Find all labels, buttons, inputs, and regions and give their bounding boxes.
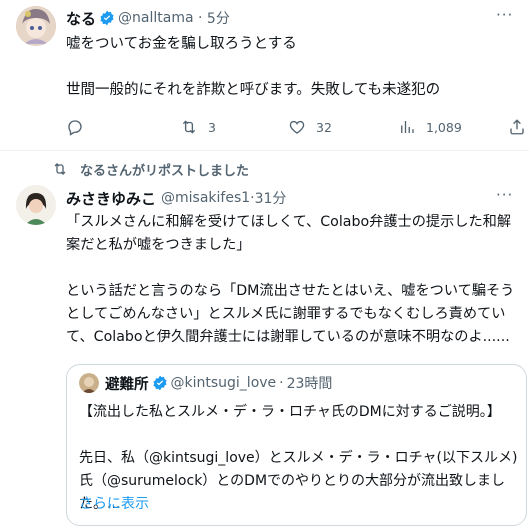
verified-badge-icon xyxy=(100,10,114,26)
view-count: 1,089 xyxy=(426,119,462,135)
heart-icon xyxy=(289,120,305,134)
timestamp[interactable]: 5分 xyxy=(207,8,230,28)
tweet-text: 「スルメさんに和解を受けてほしくて、Colabo弁護士の提示した和解案だと私が嘘… xyxy=(66,214,515,345)
retweet-button[interactable]: 3 xyxy=(180,118,216,136)
views-button[interactable]: 1,089 xyxy=(398,118,462,136)
display-name[interactable]: 避難所 xyxy=(105,373,149,394)
reply-button[interactable] xyxy=(66,118,94,136)
more-options-icon[interactable]: ··· xyxy=(496,6,513,24)
display-name[interactable]: みさきゆみこ xyxy=(66,188,156,209)
handle[interactable]: @kintsugi_love xyxy=(171,375,277,391)
avatar[interactable] xyxy=(79,373,99,393)
reply-icon xyxy=(68,120,82,136)
timestamp[interactable]: 31分 xyxy=(255,188,287,208)
share-icon xyxy=(510,119,524,135)
handle[interactable]: @nalltama xyxy=(118,10,194,26)
timestamp[interactable]: 23時間 xyxy=(287,373,333,393)
tweet-text-line-2: 世間一般的にそれを詐欺と呼びます。失敗しても未遂犯の xyxy=(66,82,441,98)
retweet-icon xyxy=(182,120,196,134)
more-options-icon[interactable]: ··· xyxy=(496,186,513,204)
separator: · xyxy=(279,375,284,391)
quoted-tweet[interactable]: 避難所 @kintsugi_love · 23時間 【流出した私とスルメ・デ・ラ… xyxy=(66,364,527,526)
avatar[interactable] xyxy=(16,185,56,225)
divider xyxy=(0,150,529,151)
retweet-banner-text[interactable]: なるさんがリポストしました xyxy=(80,160,249,179)
show-more-link[interactable]: さらに表示 xyxy=(79,493,149,513)
avatar[interactable] xyxy=(16,6,56,46)
analytics-icon xyxy=(401,121,414,133)
handle[interactable]: @misakifes1 xyxy=(161,190,250,206)
tweet-1[interactable]: なる @nalltama · 5分 ··· 嘘をついてお金を騙し取ろうとする 世… xyxy=(0,0,529,150)
retweet-banner[interactable]: なるさんがリポストしました xyxy=(52,160,249,179)
share-button[interactable] xyxy=(508,118,529,136)
quoted-tweet-title: 【流出した私とスルメ・デ・ラ・ロチャ氏のDMに対するご説明。】 xyxy=(79,404,501,420)
like-count: 32 xyxy=(316,119,332,135)
like-button[interactable]: 32 xyxy=(288,118,332,136)
tweet-text-line-1: 嘘をついてお金を騙し取ろうとする xyxy=(66,36,297,52)
retweet-count: 3 xyxy=(208,119,216,135)
verified-badge-icon xyxy=(152,375,167,391)
display-name[interactable]: なる xyxy=(66,8,96,29)
retweet-icon xyxy=(54,163,66,175)
separator: · xyxy=(193,10,207,26)
